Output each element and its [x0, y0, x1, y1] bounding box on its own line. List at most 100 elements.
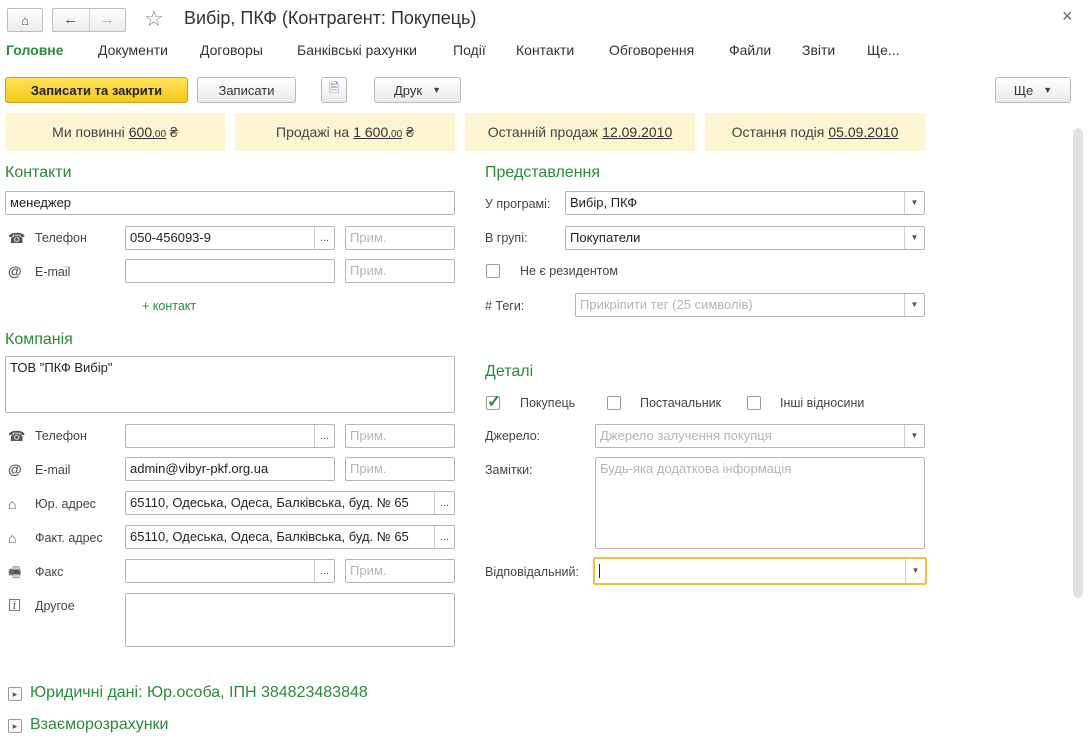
company-name-textarea[interactable]: ТОВ "ПКФ Вибір": [5, 356, 455, 413]
contacts-heading: Контакти: [5, 164, 72, 181]
more-button[interactable]: Ще ▼: [995, 77, 1071, 103]
buyer-checkbox[interactable]: ✓: [486, 392, 501, 411]
report-icon-button[interactable]: 🗎: [321, 77, 347, 103]
non-resident-checkbox[interactable]: [486, 264, 500, 278]
save-and-close-button[interactable]: Записати та закрити: [5, 77, 188, 103]
legal-address-input[interactable]: 65110, Одеська, Одеса, Балківська, буд. …: [125, 491, 455, 515]
buyer-label: Покупець: [520, 396, 576, 410]
tab-bank-accounts[interactable]: Банківські рахунки: [297, 42, 417, 58]
sales-amount-link[interactable]: 1 600,00: [353, 124, 402, 140]
source-select[interactable]: Джерело залучення покупця ▼: [595, 424, 925, 448]
select-button[interactable]: ...: [434, 492, 454, 514]
company-phone-label: Телефон: [35, 429, 87, 443]
responsible-label: Відповідальний:: [485, 565, 579, 579]
expand-icon[interactable]: ▸: [8, 687, 22, 701]
chevron-down-icon[interactable]: ▼: [904, 294, 924, 316]
tab-files[interactable]: Файли: [729, 42, 771, 58]
company-phone-note-input[interactable]: Прим.: [345, 424, 455, 448]
tab-contracts[interactable]: Договоры: [200, 42, 263, 58]
phone-icon: ☎: [8, 230, 26, 246]
details-heading: Деталі: [485, 363, 534, 380]
contact-email-note-input[interactable]: Прим.: [345, 259, 455, 283]
in-program-label: У програмі:: [485, 197, 551, 211]
other-relations-label: Інші відносини: [780, 396, 865, 410]
fax-icon: 🖷: [8, 564, 22, 580]
history-nav: ← →: [52, 8, 126, 32]
actual-address-label: Факт. адрес: [35, 531, 103, 545]
tab-documents[interactable]: Документи: [98, 42, 168, 58]
save-button[interactable]: Записати: [197, 77, 296, 103]
tab-events[interactable]: Події: [453, 42, 486, 58]
chevron-down-icon[interactable]: ▼: [904, 192, 924, 214]
chevron-down-icon[interactable]: ▼: [904, 227, 924, 249]
chevron-down-icon: ▼: [432, 85, 441, 95]
info-last-sale: Останній продаж 12.09.2010: [465, 113, 695, 151]
section-tabs: Головне Документи Договоры Банківські ра…: [0, 42, 1090, 64]
other-relations-checkbox[interactable]: [747, 396, 761, 410]
close-icon[interactable]: ×: [1062, 6, 1073, 27]
chevron-down-icon[interactable]: ▼: [905, 559, 925, 583]
tags-input[interactable]: Прикріпити тег (25 символів) ▼: [575, 293, 925, 317]
window-title: Вибір, ПКФ (Контрагент: Покупець): [184, 8, 477, 28]
notes-textarea[interactable]: Будь-яка додаткова інформація: [595, 457, 925, 549]
checkmark-icon: ✓: [487, 392, 502, 411]
at-sign-icon: @: [8, 263, 22, 279]
expand-icon[interactable]: ▸: [8, 719, 22, 733]
arrow-left-icon: ←: [63, 11, 79, 28]
tab-reports[interactable]: Звіти: [802, 42, 835, 58]
select-button[interactable]: ...: [314, 560, 334, 582]
text-cursor: [599, 563, 600, 578]
tab-discussions[interactable]: Обговорення: [609, 42, 694, 58]
company-email-label: E-mail: [35, 463, 71, 477]
last-sale-link[interactable]: 12.09.2010: [602, 124, 672, 140]
contact-email-input[interactable]: [125, 259, 335, 283]
supplier-label: Постачальник: [640, 396, 722, 410]
tab-main[interactable]: Головне: [6, 42, 64, 58]
select-button[interactable]: ...: [434, 526, 454, 548]
select-button[interactable]: ...: [314, 227, 334, 249]
info-last-event: Остання подія 05.09.2010: [705, 113, 925, 151]
contact-role-input[interactable]: менеджер: [5, 191, 455, 215]
tab-contacts[interactable]: Контакти: [516, 42, 574, 58]
fax-note-input[interactable]: Прим.: [345, 559, 455, 583]
vertical-scrollbar[interactable]: [1073, 128, 1083, 598]
representation-heading: Представлення: [485, 164, 601, 181]
company-heading: Компанія: [5, 331, 73, 348]
in-group-select[interactable]: Покупатели ▼: [565, 226, 925, 250]
contact-phone-label: Телефон: [35, 231, 87, 245]
contact-phone-note-input[interactable]: Прим.: [345, 226, 455, 250]
other-textarea[interactable]: [125, 593, 455, 647]
tab-more[interactable]: Ще...: [867, 42, 900, 58]
legal-data-group[interactable]: Юридичні дані: Юр.особа, ІПН 38482348384…: [30, 684, 368, 702]
source-label: Джерело:: [485, 429, 541, 443]
legal-address-label: Юр. адрес: [35, 497, 96, 511]
last-event-link[interactable]: 05.09.2010: [828, 124, 898, 140]
arrow-right-icon: →: [99, 11, 115, 28]
actual-address-input[interactable]: 65110, Одеська, Одеса, Балківська, буд. …: [125, 525, 455, 549]
owe-amount-link[interactable]: 600,00: [129, 124, 166, 140]
fax-input[interactable]: ...: [125, 559, 335, 583]
company-email-note-input[interactable]: Прим.: [345, 457, 455, 481]
print-button[interactable]: Друк ▼: [374, 77, 461, 103]
responsible-select[interactable]: ▼: [593, 557, 927, 585]
forward-button[interactable]: →: [90, 9, 126, 31]
contact-phone-input[interactable]: 050-456093-9 ...: [125, 226, 335, 250]
settlements-group[interactable]: Взаєморозрахунки: [30, 716, 169, 734]
info-owe: Ми повинні 600,00 ₴: [5, 113, 225, 151]
company-email-input[interactable]: admin@vibyr-pkf.org.ua: [125, 457, 335, 481]
house-icon: ⌂: [8, 496, 17, 512]
chevron-down-icon: ▼: [1043, 85, 1053, 95]
company-phone-input[interactable]: ...: [125, 424, 335, 448]
tags-label: # Теги:: [485, 299, 525, 313]
phone-icon: ☎: [8, 428, 26, 444]
supplier-checkbox[interactable]: [607, 396, 621, 410]
star-icon[interactable]: ☆: [144, 7, 164, 31]
home-button[interactable]: ⌂: [7, 8, 43, 32]
home-icon: ⌂: [21, 12, 29, 28]
in-program-select[interactable]: Вибір, ПКФ ▼: [565, 191, 925, 215]
back-button[interactable]: ←: [53, 9, 90, 31]
select-button[interactable]: ...: [314, 425, 334, 447]
add-contact-link[interactable]: + контакт: [142, 299, 196, 313]
in-group-label: В групі:: [485, 231, 528, 245]
chevron-down-icon[interactable]: ▼: [904, 425, 924, 447]
